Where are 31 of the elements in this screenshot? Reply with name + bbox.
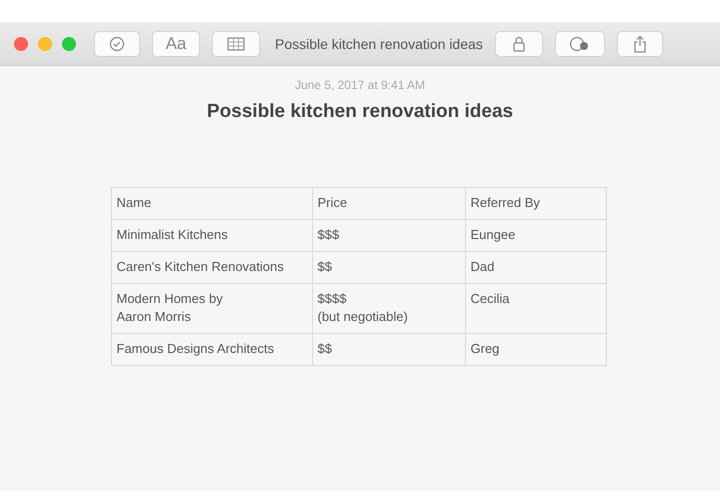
table-cell: Modern Homes by Aaron Morris: [111, 284, 312, 334]
table-button[interactable]: [212, 30, 260, 56]
table-cell: Famous Designs Architects: [111, 334, 312, 366]
table-cell: $$: [312, 252, 465, 284]
note-heading: Possible kitchen renovation ideas: [206, 101, 514, 123]
share-icon: [632, 34, 647, 52]
format-button[interactable]: Aa: [152, 30, 200, 56]
window-title: Possible kitchen renovation ideas: [275, 36, 483, 52]
checkmark-circle-icon: [109, 36, 125, 52]
table-cell: Price: [312, 188, 465, 220]
note-date: June 5, 2017 at 9:41 AM: [294, 78, 426, 92]
lock-button[interactable]: [494, 30, 543, 56]
table-cell: Minimalist Kitchens: [111, 220, 312, 252]
collaborate-button[interactable]: [554, 30, 605, 56]
close-button[interactable]: [14, 36, 28, 50]
table-cell: $$: [312, 334, 465, 366]
table-cell: Cecilia: [465, 284, 606, 334]
table-cell: Caren's Kitchen Renovations: [111, 252, 312, 284]
checklist-button[interactable]: [94, 30, 140, 56]
table-cell: Eungee: [465, 220, 606, 252]
table-cell: Name: [111, 188, 312, 220]
people-icon: [568, 36, 591, 52]
share-button[interactable]: [616, 30, 663, 56]
table-cell: Referred By: [465, 188, 606, 220]
table-cell: $$$$ (but negotiable): [312, 284, 465, 334]
table-cell: Greg: [465, 334, 606, 366]
table-cell: Dad: [465, 252, 606, 284]
table-icon: [227, 36, 245, 50]
lock-icon: [512, 36, 526, 52]
table-cell: $$$: [312, 220, 465, 252]
zoom-button[interactable]: [62, 36, 76, 50]
